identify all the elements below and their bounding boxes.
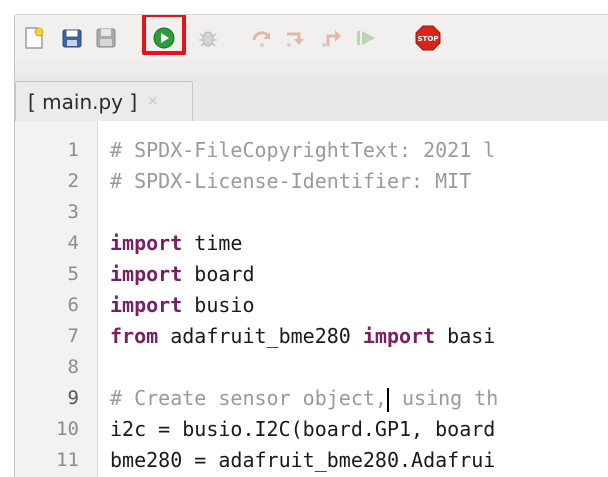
bug-icon: [199, 31, 217, 47]
ide-window: STOP [ main.py ] × 1 2 3 4 5 6 7 8 9 10 …: [14, 14, 608, 477]
new-file-button[interactable]: [21, 25, 47, 51]
step-out-icon: [322, 30, 341, 47]
keyword: import: [110, 231, 183, 255]
module-name: time: [182, 231, 243, 255]
stop-icon: STOP: [415, 25, 441, 51]
resume-icon: [357, 31, 375, 45]
comment-text: # Create sensor object,: [110, 386, 387, 410]
line-number-gutter: 1 2 3 4 5 6 7 8 9 10 11: [15, 121, 97, 477]
debug-button[interactable]: [195, 25, 221, 51]
line-number: 6: [67, 294, 79, 316]
code-line-comment: # SPDX-FileCopyrightText: 2021 l: [110, 138, 496, 162]
code-line-import: import time: [110, 228, 242, 259]
line-number: 4: [67, 232, 79, 254]
stop-label: STOP: [418, 35, 439, 43]
tab-label: [ main.py ]: [28, 89, 138, 114]
save-file-button[interactable]: [93, 25, 119, 51]
open-file-button[interactable]: [59, 25, 85, 51]
module-name: adafruit_bme280: [158, 324, 363, 348]
new-file-icon: [25, 27, 44, 49]
step-into-icon: [287, 32, 304, 47]
line-number: 8: [67, 356, 79, 378]
comment-text: using th: [389, 386, 499, 410]
toolbar: STOP: [15, 15, 608, 61]
keyword: from: [110, 324, 159, 348]
open-file-icon: [62, 29, 82, 48]
line-number-current: 9: [67, 387, 79, 409]
save-file-icon: [96, 28, 116, 48]
line-number: 7: [67, 325, 79, 347]
line-number: 10: [56, 418, 79, 440]
step-into-button[interactable]: [283, 25, 309, 51]
line-number: 11: [56, 449, 79, 471]
step-over-icon: [252, 31, 271, 47]
import-name: basi: [435, 324, 496, 348]
text-cursor: [386, 387, 389, 412]
code-area[interactable]: # SPDX-FileCopyrightText: 2021 l # SPDX-…: [97, 121, 608, 477]
resume-button[interactable]: [353, 25, 379, 51]
tab-main-py[interactable]: [ main.py ] ×: [15, 81, 193, 121]
line-number: 2: [67, 170, 79, 192]
step-out-button[interactable]: [319, 25, 345, 51]
line-number: 5: [67, 263, 79, 285]
code-editor[interactable]: 1 2 3 4 5 6 7 8 9 10 11 # SPDX-FileCopyr…: [15, 121, 608, 477]
run-button[interactable]: [151, 25, 177, 51]
tab-bar: [ main.py ] ×: [15, 75, 608, 122]
step-over-button[interactable]: [249, 25, 275, 51]
code-line-import: import board: [110, 259, 255, 290]
keyword: import: [110, 293, 183, 317]
line-number: 3: [67, 201, 79, 223]
code-line-comment: # SPDX-License-Identifier: MIT: [110, 169, 472, 193]
code-line-from-import: from adafruit_bme280 import basi: [110, 321, 495, 352]
code-line: bme280 = adafruit_bme280.Adafrui: [110, 448, 496, 472]
module-name: board: [182, 262, 255, 286]
module-name: busio: [182, 293, 255, 317]
run-icon: [153, 27, 175, 49]
tab-close-icon[interactable]: ×: [147, 94, 158, 109]
keyword: import: [362, 324, 436, 348]
code-line-comment-cursor: # Create sensor object, using th: [110, 383, 498, 414]
code-line-import: import busio: [110, 290, 255, 321]
code-line: i2c = busio.I2C(board.GP1, board: [110, 417, 496, 441]
keyword: import: [110, 262, 183, 286]
line-number: 1: [67, 139, 79, 161]
stop-button[interactable]: STOP: [415, 25, 441, 51]
